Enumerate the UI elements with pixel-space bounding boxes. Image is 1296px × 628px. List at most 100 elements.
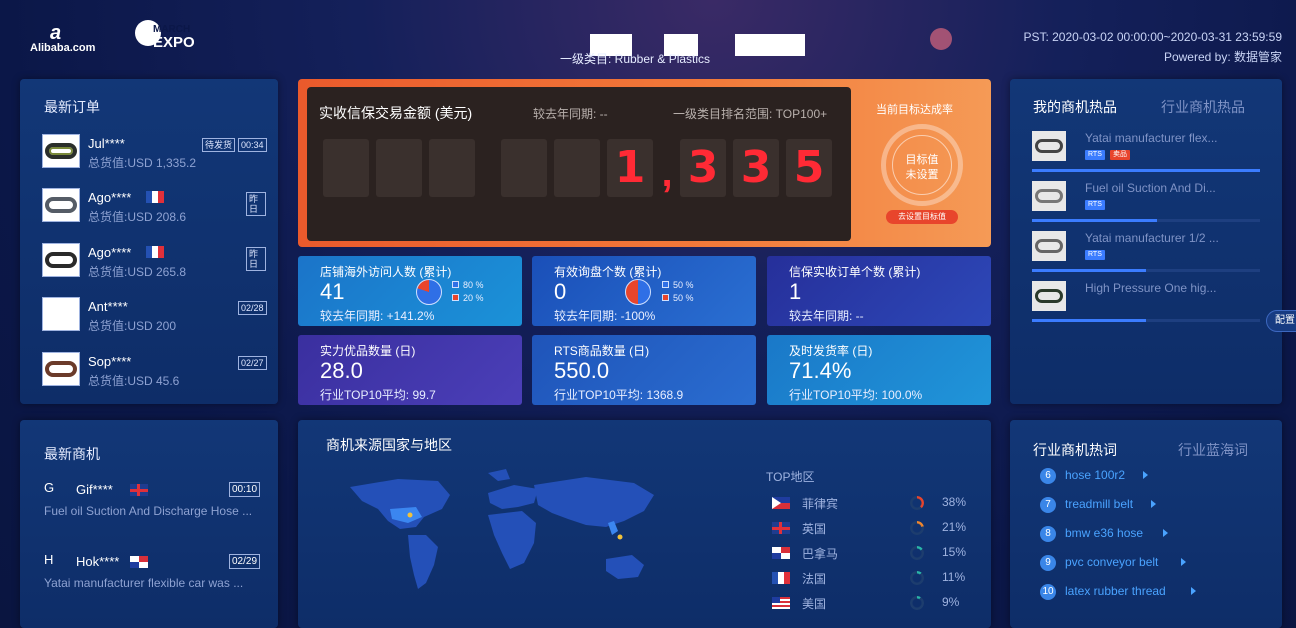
kpi-value: 28.0 (320, 358, 363, 383)
region-percent: 11% (942, 570, 966, 584)
popularity-bar-fill (1032, 319, 1146, 322)
product-thumbnail (42, 188, 80, 222)
order-item[interactable]: Jul**** 总货值:USD 1,335.2 待发货 00:34 (42, 134, 267, 174)
order-item[interactable]: Ago**** 总货值:USD 265.8 昨日 (42, 243, 266, 283)
rts-tag: RTS (1085, 250, 1105, 260)
top-regions-label: TOP地区 (766, 470, 815, 484)
opportunity-buyer: Gif**** (76, 482, 113, 497)
hot-product-item[interactable]: Yatai manufacturer flex... RTS 卖品 (1032, 131, 1260, 177)
kpi-card-quality-products: 实力优品数量 (日) 28.0 行业TOP10平均: 99.7 (298, 335, 522, 405)
kpi-value: 0 (554, 279, 567, 304)
product-thumbnail (42, 352, 80, 386)
kpi-value: 550.0 (554, 358, 610, 383)
kpi-footer: 行业TOP10平均: 100.0% (789, 388, 923, 402)
kpi-footer: 行业TOP10平均: 99.7 (320, 388, 436, 402)
chevron-right-icon (1191, 587, 1196, 595)
region-share-ring (910, 496, 924, 510)
tab-blue-ocean-keywords[interactable]: 行业蓝海词 (1178, 440, 1248, 460)
popularity-bar (1032, 269, 1260, 272)
keyword-text: bmw e36 hose (1065, 526, 1144, 540)
region-name: 英国 (802, 522, 827, 536)
hot-product-item[interactable]: Yatai manufacturer 1/2 ... RTS (1032, 231, 1260, 277)
philippines-flag-icon (772, 497, 790, 509)
latest-orders-panel: 最新订单 Jul**** 总货值:USD 1,335.2 待发货 00:34 A… (20, 79, 278, 404)
keyword-text: hose 100r2 (1065, 468, 1126, 482)
opportunity-time: 02/29 (229, 554, 261, 569)
region-percent: 9% (942, 595, 960, 609)
region-row: 巴拿马 15% (772, 544, 982, 564)
popularity-bar-fill (1032, 269, 1146, 272)
region-name: 美国 (802, 597, 827, 611)
order-time-badge: 昨日 (246, 247, 266, 271)
digit-slot-empty (429, 139, 475, 197)
tab-hot-keywords[interactable]: 行业商机热词 (1033, 440, 1117, 460)
transaction-amount-box: 实收信保交易金额 (美元) 较去年同期: -- 一级类目排名范围: TOP100… (307, 87, 851, 241)
hot-product-item[interactable]: High Pressure One hig... (1032, 281, 1260, 327)
kpi-title: RTS商品数量 (日) (554, 344, 650, 358)
product-thumbnail (1032, 231, 1066, 261)
france-flag-icon (146, 246, 164, 258)
region-row: 英国 21% (772, 519, 982, 539)
region-row: 美国 9% (772, 594, 982, 614)
product-title: High Pressure One hig... (1085, 281, 1217, 295)
hot-product-item[interactable]: Fuel oil Suction And Di... RTS (1032, 181, 1260, 227)
product-title: Yatai manufacturer flex... (1085, 131, 1218, 145)
order-item[interactable]: Ant**** 总货值:USD 200 02/28 (42, 297, 267, 337)
kpi-legend: 50 % (662, 280, 694, 290)
keyword-rank: 6 (1040, 468, 1056, 484)
region-name: 巴拿马 (802, 547, 839, 561)
amount-digit: 1 (607, 139, 653, 197)
target-ring-gauge: 目标值 未设置 (881, 124, 963, 206)
product-thumbnail (1032, 181, 1066, 211)
kpi-footer: 行业TOP10平均: 1368.9 (554, 388, 684, 402)
config-side-button[interactable]: 配置 (1266, 310, 1296, 332)
panama-flag-icon (772, 547, 790, 559)
tab-industry-hot-products[interactable]: 行业商机热品 (1161, 97, 1245, 117)
region-share-ring (910, 521, 924, 535)
kpi-title: 实力优品数量 (日) (320, 344, 416, 358)
north-america-shape (350, 479, 450, 529)
hot-products-panel: 我的商机热品 行业商机热品 Yatai manufacturer flex...… (1010, 79, 1282, 404)
order-item[interactable]: Ago**** 总货值:USD 208.6 昨日 (42, 188, 266, 228)
transaction-yoy: 较去年同期: -- (533, 107, 608, 121)
order-value: 总货值:USD 265.8 (88, 265, 187, 279)
region-row: 菲律宾 38% (772, 494, 982, 514)
kpi-footer: 较去年同期: -100% (554, 309, 656, 323)
order-status-badge: 待发货 (202, 138, 236, 152)
kpi-card-rts-products: RTS商品数量 (日) 550.0 行业TOP10平均: 1368.9 (532, 335, 756, 405)
opportunity-description: Fuel oil Suction And Discharge Hose ... (44, 504, 253, 518)
chevron-right-icon (1143, 471, 1148, 479)
usa-flag-icon (772, 597, 790, 609)
transaction-panel: 实收信保交易金额 (美元) 较去年同期: -- 一级类目排名范围: TOP100… (298, 79, 991, 247)
region-percent: 38% (942, 495, 967, 509)
order-item[interactable]: Sop**** 总货值:USD 45.6 02/27 (42, 352, 267, 392)
order-time-badge: 02/27 (238, 356, 267, 370)
planet-decoration (930, 28, 952, 50)
amount-digit: 3 (680, 139, 726, 197)
order-buyer: Ago**** (88, 245, 132, 260)
region-percent: 15% (942, 545, 967, 559)
alibaba-logo[interactable]: a Alibaba.com (28, 22, 108, 56)
opportunity-item[interactable]: G Gif**** 00:10 Fuel oil Suction And Dis… (44, 480, 274, 544)
region-share-ring (910, 596, 924, 610)
map-title: 商机来源国家与地区 (326, 437, 452, 453)
product-title: Yatai manufacturer 1/2 ... (1085, 231, 1219, 245)
tab-my-hot-products[interactable]: 我的商机热品 (1033, 97, 1117, 117)
target-line1: 目标值 (905, 154, 939, 166)
keyword-rank: 9 (1040, 555, 1056, 571)
kpi-value: 1 (789, 279, 802, 304)
kpi-title: 店铺海外访问人数 (累计) (320, 265, 452, 279)
usa-marker (407, 512, 413, 518)
target-line2: 未设置 (905, 169, 939, 181)
product-thumbnail (42, 134, 80, 168)
region-share-ring (910, 571, 924, 585)
africa-shape (488, 511, 536, 569)
alibaba-logo-text: Alibaba.com (30, 42, 96, 54)
popularity-bar-fill (1032, 169, 1260, 172)
product-thumbnail (1032, 281, 1066, 311)
amount-digit: 5 (786, 139, 832, 197)
set-target-button[interactable]: 去设置目标值 (886, 210, 958, 224)
order-buyer: Sop**** (88, 354, 132, 369)
kpi-footer: 较去年同期: +141.2% (320, 309, 435, 323)
opportunity-item[interactable]: H Hok**** 02/29 Yatai manufacturer flexi… (44, 552, 274, 616)
